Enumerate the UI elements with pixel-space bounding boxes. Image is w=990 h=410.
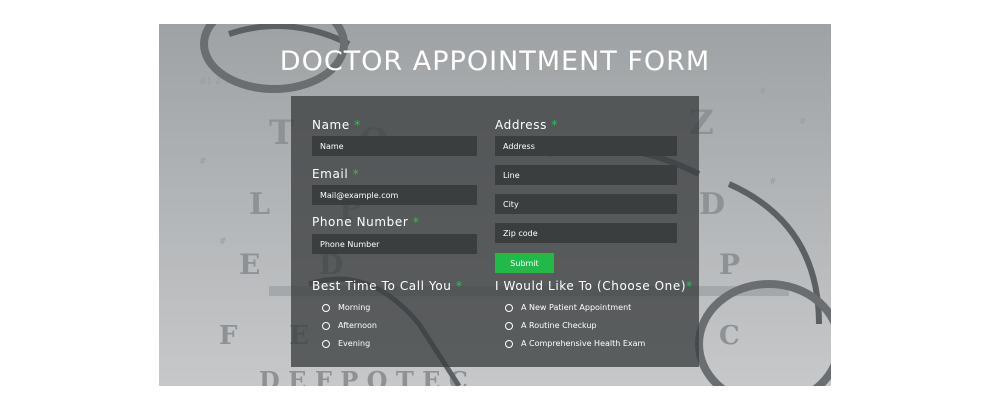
address-label-text: Address [495,118,547,132]
name-label-text: Name [312,118,350,132]
name-input[interactable] [312,136,477,156]
radio-circle-icon[interactable] [322,339,330,348]
email-label-text: Email [312,167,349,181]
radio-new-patient[interactable]: A New Patient Appointment [505,303,631,312]
svg-text:E: E [239,248,260,281]
radio-label: Morning [338,303,371,312]
radio-circle-icon[interactable] [505,321,513,330]
radio-label: A Routine Checkup [521,321,597,330]
required-marker: * [686,279,693,293]
radio-circle-icon[interactable] [322,303,330,312]
would-like-label-text: I Would Like To (Choose One) [495,279,687,293]
svg-text:#: # [769,177,777,187]
svg-text:F: F [219,321,238,351]
name-label: Name * [312,118,361,132]
address-label: Address * [495,118,558,132]
page-title: DOCTOR APPOINTMENT FORM [279,46,711,77]
radio-routine-checkup[interactable]: A Routine Checkup [505,321,597,330]
svg-text:#: # [219,237,227,247]
radio-label: Evening [338,339,371,348]
radio-afternoon[interactable]: Afternoon [322,321,377,330]
best-time-label-text: Best Time To Call You [312,279,452,293]
required-marker: * [551,118,559,132]
submit-button[interactable]: Submit [495,253,554,273]
svg-text:#: # [799,117,807,127]
radio-circle-icon[interactable] [505,339,513,348]
address-input[interactable] [495,136,677,156]
required-marker: * [354,118,361,132]
svg-text:#: # [759,87,767,97]
zip-code-input[interactable] [495,223,677,243]
svg-text:P: P [719,248,740,281]
required-marker: * [412,215,420,229]
best-time-label: Best Time To Call You * [312,279,463,293]
svg-text:D: D [699,187,725,222]
svg-text:D E F P O T E C: D E F P O T E C [259,366,468,386]
radio-evening[interactable]: Evening [322,339,370,348]
required-marker: * [352,167,360,181]
hero-section: T O Z L P D E D P F E C D E F P O T E C … [159,24,831,386]
email-label: Email * [312,167,359,181]
would-like-label: I Would Like To (Choose One)* [495,279,693,293]
phone-label: Phone Number * [312,215,419,229]
svg-text:C: C [719,321,740,351]
appointment-form: Name * Email * Phone Number * Address * … [291,96,699,367]
email-input[interactable] [312,185,477,205]
svg-text:L: L [249,187,270,222]
radio-health-exam[interactable]: A Comprehensive Health Exam [505,339,645,348]
phone-input[interactable] [312,234,477,254]
radio-label: Afternoon [338,321,377,330]
required-marker: * [455,279,463,293]
radio-morning[interactable]: Morning [322,303,370,312]
radio-circle-icon[interactable] [322,321,330,330]
city-input[interactable] [495,194,677,214]
svg-text:#: # [199,157,207,167]
phone-label-text: Phone Number [312,215,409,229]
address-line-input[interactable] [495,165,677,185]
radio-circle-icon[interactable] [505,303,513,312]
radio-label: A Comprehensive Health Exam [521,339,646,348]
radio-label: A New Patient Appointment [521,303,632,312]
